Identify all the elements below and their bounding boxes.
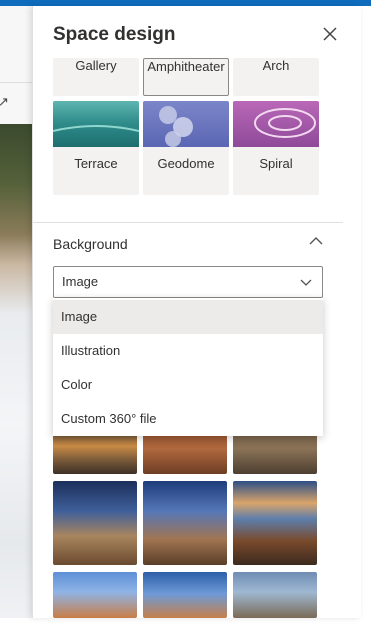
- template-label: Gallery: [75, 58, 117, 73]
- close-icon: [323, 27, 337, 41]
- background-type-menu: Image Illustration Color Custom 360° fil…: [53, 298, 323, 436]
- template-arch[interactable]: Arch: [233, 58, 319, 96]
- close-button[interactable]: [319, 24, 341, 46]
- template-label: Terrace: [74, 156, 118, 171]
- background-image-thumb[interactable]: [143, 481, 227, 565]
- section-divider: [33, 222, 343, 223]
- page-canvas-strip: ↗: [0, 6, 32, 618]
- menu-item-color[interactable]: Color: [53, 368, 323, 402]
- background-image-thumb[interactable]: [233, 481, 317, 565]
- canvas-background-photo: [0, 124, 32, 618]
- background-image-thumb[interactable]: [53, 481, 137, 565]
- space-design-panel: Space design Gallery Amphitheater Arch T…: [32, 6, 361, 618]
- template-geodome[interactable]: Geodome: [143, 101, 229, 195]
- background-image-thumb[interactable]: [233, 572, 317, 618]
- menu-item-custom-360-file[interactable]: Custom 360° file: [53, 402, 323, 436]
- background-type-dropdown[interactable]: Image: [53, 266, 323, 298]
- terrace-thumbnail: [53, 101, 139, 147]
- chevron-up-icon[interactable]: [307, 232, 325, 250]
- template-terrace[interactable]: Terrace: [53, 101, 139, 195]
- spiral-thumbnail: [233, 101, 319, 147]
- menu-item-illustration[interactable]: Illustration: [53, 334, 323, 368]
- chevron-down-icon: [300, 275, 312, 293]
- template-label: Arch: [262, 58, 290, 73]
- template-amphitheater[interactable]: Amphitheater: [143, 58, 229, 96]
- expand-icon[interactable]: ↗: [0, 94, 9, 110]
- template-label: Geodome: [157, 156, 215, 171]
- template-label: Amphitheater: [147, 59, 225, 74]
- template-label: Spiral: [259, 156, 293, 171]
- template-gallery[interactable]: Gallery: [53, 58, 139, 96]
- background-image-thumb[interactable]: [53, 572, 137, 618]
- menu-item-image[interactable]: Image: [53, 300, 323, 334]
- canvas-divider: [0, 82, 32, 83]
- background-section-label: Background: [53, 236, 128, 252]
- dropdown-value: Image: [62, 274, 99, 289]
- template-spiral[interactable]: Spiral: [233, 101, 319, 195]
- background-image-thumb[interactable]: [143, 572, 227, 618]
- geodome-thumbnail: [143, 101, 229, 147]
- panel-title: Space design: [53, 24, 176, 45]
